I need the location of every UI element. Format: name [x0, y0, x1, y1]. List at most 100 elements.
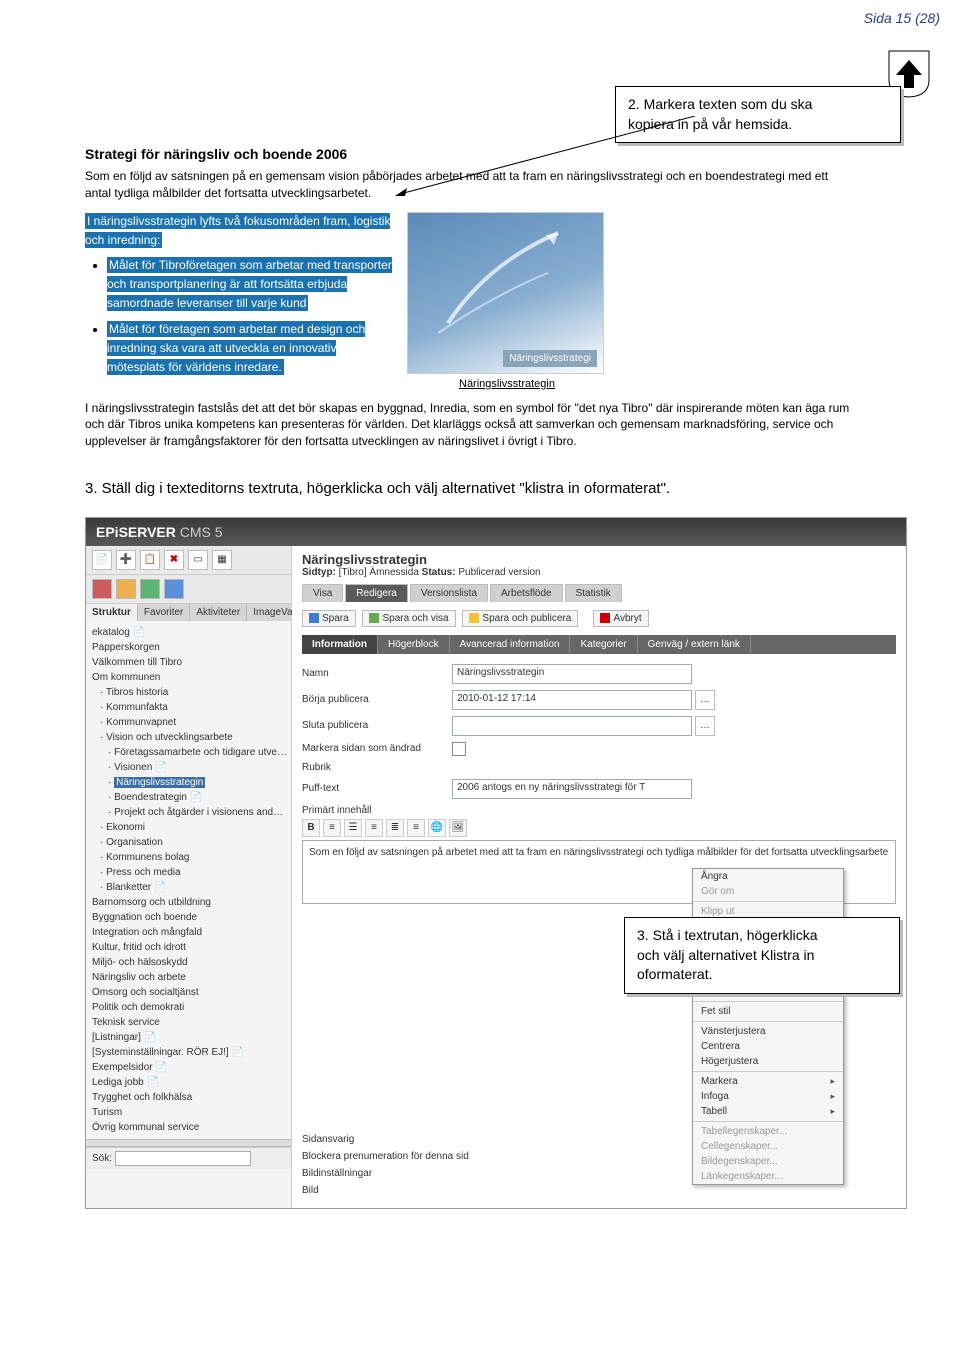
puff-input[interactable]: 2006 antogs en ny näringslivsstrategi fö…: [452, 779, 692, 799]
tree-node[interactable]: Papperskorgen: [92, 640, 287, 655]
tree-tab[interactable]: Struktur: [86, 604, 138, 621]
tree-node[interactable]: Turism: [92, 1105, 287, 1120]
blue-flag-icon[interactable]: [164, 579, 184, 599]
bold-icon[interactable]: B: [302, 819, 320, 837]
copy-icon[interactable]: 📋: [140, 550, 160, 570]
tree-node[interactable]: Integration och mångfald: [92, 925, 287, 940]
align-left-icon[interactable]: ≡: [365, 819, 383, 837]
main-tab[interactable]: Statistik: [565, 584, 622, 602]
context-menu-item[interactable]: Markera▸: [693, 1074, 843, 1089]
tree-node[interactable]: · Blanketter 📄: [92, 880, 287, 895]
tree-node[interactable]: · Projekt och åtgärder i visionens anda …: [92, 805, 287, 820]
add-icon[interactable]: ➕: [116, 550, 136, 570]
date-picker-icon[interactable]: …: [695, 716, 715, 736]
tree-node[interactable]: · Kommunens bolag: [92, 850, 287, 865]
page-tree[interactable]: ekatalog 📄PapperskorgenVälkommen till Ti…: [86, 621, 291, 1139]
tree-node[interactable]: · Näringslivsstrategin: [92, 775, 287, 790]
tree-node[interactable]: Barnomsorg och utbildning: [92, 895, 287, 910]
context-menu-item: Gör om: [693, 884, 843, 899]
sidansvarig-label: Sidansvarig: [302, 1134, 502, 1145]
tree-node[interactable]: · Organisation: [92, 835, 287, 850]
date-picker-icon[interactable]: …: [695, 690, 715, 710]
context-menu-item[interactable]: Centrera: [693, 1039, 843, 1054]
tree-node[interactable]: Kultur, fritid och idrott: [92, 940, 287, 955]
save-view-button[interactable]: Spara och visa: [362, 610, 455, 627]
green-flag-icon[interactable]: [140, 579, 160, 599]
submenu-arrow-icon: ▸: [830, 1106, 835, 1117]
sub-tab[interactable]: Kategorier: [570, 635, 637, 654]
tree-node[interactable]: [Systeminställningar. RÖR EJ!] 📄: [92, 1045, 287, 1060]
editor-page-subtitle: Sidtyp: [Tibro] Ämnessida Status: Public…: [302, 567, 896, 578]
tree-node[interactable]: · Boendestrategin 📄: [92, 790, 287, 805]
globe-icon[interactable]: 🌐: [428, 819, 446, 837]
main-tab[interactable]: Arbetsflöde: [490, 584, 563, 602]
tree-node[interactable]: Lediga jobb 📄: [92, 1075, 287, 1090]
tree-node[interactable]: · Vision och utvecklingsarbete: [92, 730, 287, 745]
context-menu-item[interactable]: Högerjustera: [693, 1054, 843, 1069]
name-input[interactable]: Näringslivsstrategin: [452, 664, 692, 684]
tree-node[interactable]: Teknisk service: [92, 1015, 287, 1030]
save-button[interactable]: Spara: [302, 610, 356, 627]
tree-tab[interactable]: Favoriter: [138, 604, 190, 621]
tree-node[interactable]: [Listningar] 📄: [92, 1030, 287, 1045]
red-flag-icon[interactable]: [92, 579, 112, 599]
orange-flag-icon[interactable]: [116, 579, 136, 599]
tree-node[interactable]: · Visionen 📄: [92, 760, 287, 775]
editor-page-title: Näringslivsstrategin: [302, 552, 896, 567]
stop-publish-input[interactable]: [452, 716, 692, 736]
tree-node[interactable]: Byggnation och boende: [92, 910, 287, 925]
changed-checkbox[interactable]: [452, 742, 466, 756]
align-right-icon[interactable]: ≡: [407, 819, 425, 837]
tree-node[interactable]: Övrig kommunal service: [92, 1120, 287, 1135]
tree-node[interactable]: Om kommunen: [92, 670, 287, 685]
sub-tab[interactable]: Information: [302, 635, 378, 654]
tree-node[interactable]: Exempelsidor 📄: [92, 1060, 287, 1075]
tree-node[interactable]: ekatalog 📄: [92, 625, 287, 640]
context-menu[interactable]: ÅngraGör omKlipp utKopieraKlistra inKlis…: [692, 868, 844, 1185]
list-ordered-icon[interactable]: ≡: [323, 819, 341, 837]
context-menu-item[interactable]: Ångra: [693, 869, 843, 884]
tree-node[interactable]: · Press och media: [92, 865, 287, 880]
context-menu-item[interactable]: Infoga▸: [693, 1089, 843, 1104]
thumb-link[interactable]: Näringslivsstrategin: [459, 378, 555, 390]
tree-node[interactable]: · Tibros historia: [92, 685, 287, 700]
sub-tab[interactable]: Högerblock: [378, 635, 450, 654]
context-menu-item[interactable]: Vänsterjustera: [693, 1024, 843, 1039]
cancel-icon: [600, 613, 610, 623]
save-publish-button[interactable]: Spara och publicera: [462, 610, 578, 627]
tree-search: Sök:: [86, 1147, 291, 1169]
start-publish-input[interactable]: 2010-01-12 17:14: [452, 690, 692, 710]
primart-label: Primärt innehåll: [302, 805, 452, 816]
context-menu-item[interactable]: Fet stil: [693, 1004, 843, 1019]
scrollbar-horizontal[interactable]: [86, 1139, 291, 1147]
main-tab[interactable]: Versionslista: [410, 584, 488, 602]
main-tab[interactable]: Redigera: [345, 584, 408, 602]
tree-node[interactable]: · Ekonomi: [92, 820, 287, 835]
box-icon[interactable]: ▭: [188, 550, 208, 570]
changed-label: Markera sidan som ändrad: [302, 743, 452, 754]
tree-node[interactable]: · Kommunfakta: [92, 700, 287, 715]
tree-node[interactable]: Näringsliv och arbete: [92, 970, 287, 985]
tree-node[interactable]: · Kommunvapnet: [92, 715, 287, 730]
tree-tab[interactable]: Aktiviteter: [190, 604, 247, 621]
bricks-icon[interactable]: ▦: [212, 550, 232, 570]
webpage-thumbnail: Näringslivsstrategi: [407, 212, 604, 374]
tree-node[interactable]: Välkommen till Tibro: [92, 655, 287, 670]
tree-node[interactable]: Trygghet och folkhälsa: [92, 1090, 287, 1105]
align-center-icon[interactable]: ≣: [386, 819, 404, 837]
tree-search-input[interactable]: [115, 1151, 251, 1166]
bildinst-label: Bildinställningar: [302, 1168, 502, 1179]
tree-node[interactable]: · Företagssamarbete och tidigare utveckl…: [92, 745, 287, 760]
sub-tab[interactable]: Avancerad information: [450, 635, 571, 654]
tree-node[interactable]: Omsorg och socialtjänst: [92, 985, 287, 1000]
tree-node[interactable]: Politik och demokrati: [92, 1000, 287, 1015]
list-bullet-icon[interactable]: ☰: [344, 819, 362, 837]
tree-node[interactable]: Miljö- och hälsoskydd: [92, 955, 287, 970]
context-menu-item[interactable]: Tabell▸: [693, 1104, 843, 1119]
main-tab[interactable]: Visa: [302, 584, 343, 602]
image-icon[interactable]: 🖼: [449, 819, 467, 837]
delete-icon[interactable]: ✖: [164, 550, 184, 570]
sub-tab[interactable]: Genväg / extern länk: [638, 635, 751, 654]
new-page-icon[interactable]: 📄: [92, 550, 112, 570]
cancel-button[interactable]: Avbryt: [593, 610, 648, 627]
